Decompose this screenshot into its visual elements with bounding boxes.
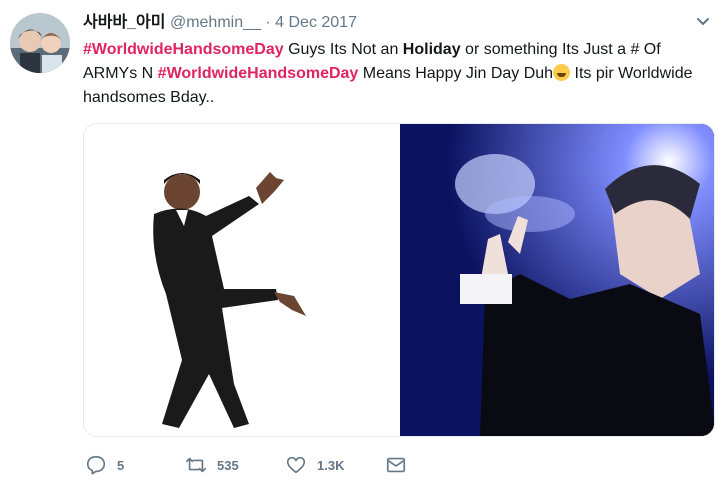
- tweet-media[interactable]: [83, 123, 715, 437]
- tweet-date[interactable]: 4 Dec 2017: [275, 14, 357, 31]
- tweet-text: #WorldwideHandsomeDay Guys Its Not an Ho…: [83, 38, 718, 110]
- retweet-button[interactable]: 535: [185, 453, 239, 477]
- reply-count: 5: [117, 457, 125, 473]
- media-image-left[interactable]: [84, 124, 399, 436]
- hashtag-link[interactable]: #WorldwideHandsomeDay: [158, 65, 359, 82]
- avatar[interactable]: [10, 13, 70, 73]
- retweet-count: 535: [217, 457, 239, 473]
- retweet-icon: [186, 457, 206, 473]
- tweet-text-bold: Holiday: [402, 41, 461, 58]
- hashtag-link[interactable]: #WorldwideHandsomeDay: [83, 41, 284, 58]
- heart-icon: [286, 456, 306, 474]
- face-with-tears-of-joy-emoji: [553, 64, 571, 81]
- singer-on-stage-image: [400, 124, 714, 436]
- media-image-right[interactable]: [400, 124, 714, 436]
- chevron-down-icon[interactable]: [695, 14, 711, 30]
- display-name[interactable]: 사바바_아미: [83, 14, 166, 31]
- user-handle[interactable]: @mehmin__: [170, 14, 261, 31]
- envelope-icon: [386, 457, 406, 473]
- tweet-text-part: Guys Its Not an: [283, 41, 403, 58]
- man-presenting-image: [153, 172, 306, 428]
- tweet-header: 사바바_아미 @mehmin__ · 4 Dec 2017: [83, 13, 357, 33]
- tweet-text-part: Means Happy Jin Day Duh: [358, 65, 554, 82]
- header-separator: ·: [265, 14, 271, 31]
- like-count: 1.3K: [317, 457, 345, 473]
- avatar-image: [10, 13, 70, 73]
- direct-message-button[interactable]: [385, 453, 407, 477]
- reply-icon: [86, 455, 106, 475]
- like-button[interactable]: 1.3K: [285, 453, 344, 477]
- reply-button[interactable]: 5: [85, 453, 124, 477]
